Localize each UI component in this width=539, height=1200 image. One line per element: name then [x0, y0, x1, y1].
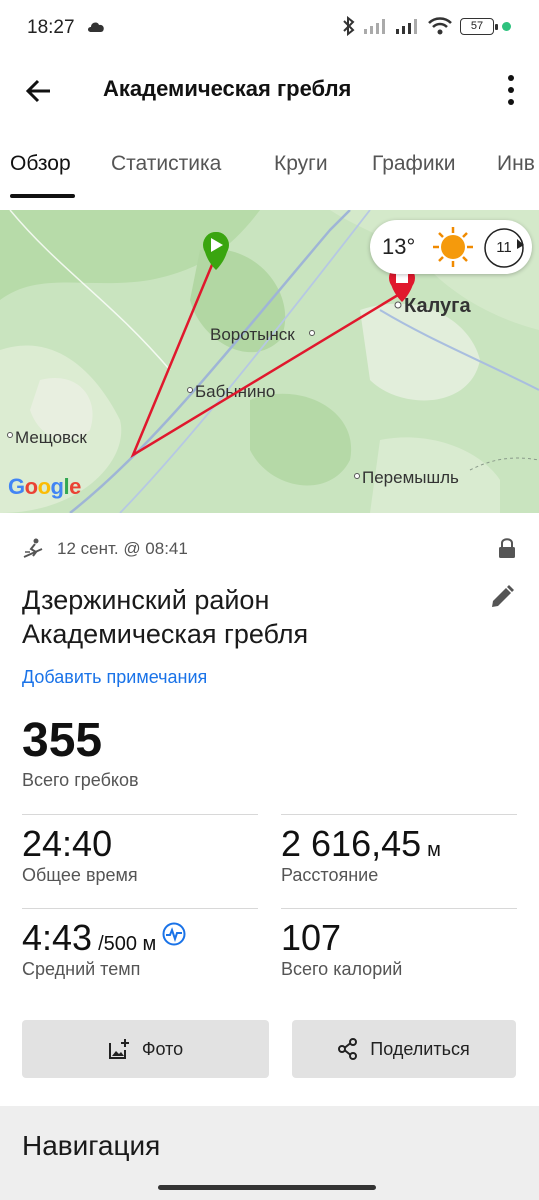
status-bar: 18:27 57: [0, 0, 539, 56]
stat-label: Средний темп: [22, 959, 141, 979]
navigation-title: Навигация: [22, 1130, 161, 1161]
wind-icon: 11: [483, 227, 525, 269]
place-label-peremyshl: Перемышль: [362, 468, 459, 487]
signal-icon: [364, 19, 385, 34]
pace-chart-icon[interactable]: [162, 922, 186, 946]
app-bar: Академическая гребля: [0, 56, 539, 124]
tab-equipment[interactable]: Инв: [497, 152, 535, 176]
photo-button-label: Фото: [141, 1038, 184, 1059]
status-time: 18:27: [27, 17, 75, 38]
weather-badge: 13° 11: [370, 220, 532, 274]
place-label-meshchovsk: Мещовск: [15, 428, 87, 447]
tab-statistics[interactable]: Статистика: [111, 152, 221, 176]
share-icon: [338, 1038, 358, 1060]
bluetooth-icon: [343, 16, 355, 36]
activity-meta: 12 сент. @ 08:41: [22, 537, 518, 561]
activity-date: 12 сент. @ 08:41: [57, 539, 188, 558]
total-strokes-value: 355: [22, 714, 103, 767]
lock-icon[interactable]: [498, 537, 516, 559]
stat-value: 2 616,45: [281, 823, 422, 864]
photo-button[interactable]: Фото: [22, 1020, 269, 1078]
wifi-icon: [428, 17, 452, 35]
total-strokes-label: Всего гребков: [22, 770, 139, 790]
edit-pencil-icon[interactable]: [489, 584, 515, 610]
weather-temperature: 13°: [382, 234, 416, 259]
share-button[interactable]: Поделиться: [292, 1020, 516, 1078]
place-label-kaluga: Калуга: [404, 295, 471, 317]
back-arrow-icon[interactable]: [22, 74, 56, 108]
add-photo-icon: [108, 1039, 129, 1059]
privacy-dot: [502, 21, 511, 31]
stat-label: Расстояние: [281, 865, 379, 885]
google-logo: Google: [8, 474, 81, 499]
rowing-icon: [23, 538, 43, 558]
stat-label: Общее время: [22, 865, 138, 885]
more-vert-icon[interactable]: [503, 72, 519, 108]
sun-icon: [433, 227, 473, 267]
home-indicator[interactable]: [158, 1185, 376, 1190]
stat-value: 24:40: [22, 823, 113, 864]
activity-title-line1: Дзержинский район: [22, 585, 270, 615]
cloud-icon: [88, 22, 104, 32]
tab-laps[interactable]: Круги: [274, 152, 328, 176]
activity-title: Дзержинский район Академическая гребля: [22, 583, 462, 651]
stat-value: 107: [281, 917, 342, 958]
share-button-label: Поделиться: [370, 1038, 470, 1059]
stat-total-time: 24:40 Общее время: [22, 814, 258, 904]
stat-unit: /500 м: [98, 933, 157, 955]
activity-title-line2: Академическая гребля: [22, 619, 309, 649]
tab-bar: Обзор Статистика Круги Графики Инв: [0, 140, 539, 200]
battery-indicator: 57: [460, 17, 498, 35]
page-title: Академическая гребля: [103, 76, 352, 101]
tab-graphs[interactable]: Графики: [372, 152, 455, 176]
wind-speed: 11: [496, 239, 512, 256]
stat-calories: 107 Всего калорий: [281, 908, 517, 998]
stat-unit: м: [427, 839, 441, 861]
stat-label: Всего калорий: [281, 959, 403, 979]
tab-overview[interactable]: Обзор: [10, 152, 71, 176]
tab-indicator: [10, 194, 75, 198]
signal-icon: [396, 19, 417, 34]
stat-distance: 2 616,45 м Расстояние: [281, 814, 517, 904]
add-notes-link[interactable]: Добавить примечания: [22, 667, 207, 688]
stat-value: 4:43: [22, 917, 93, 958]
route-map[interactable]: Калуга Воротынск Бабынино Мещовск Перемы…: [0, 210, 539, 513]
place-label-babynino: Бабынино: [195, 382, 275, 401]
place-label-vorotynsk: Воротынск: [210, 325, 295, 344]
stat-avg-pace: 4:43/500 м Средний темп: [22, 908, 258, 998]
